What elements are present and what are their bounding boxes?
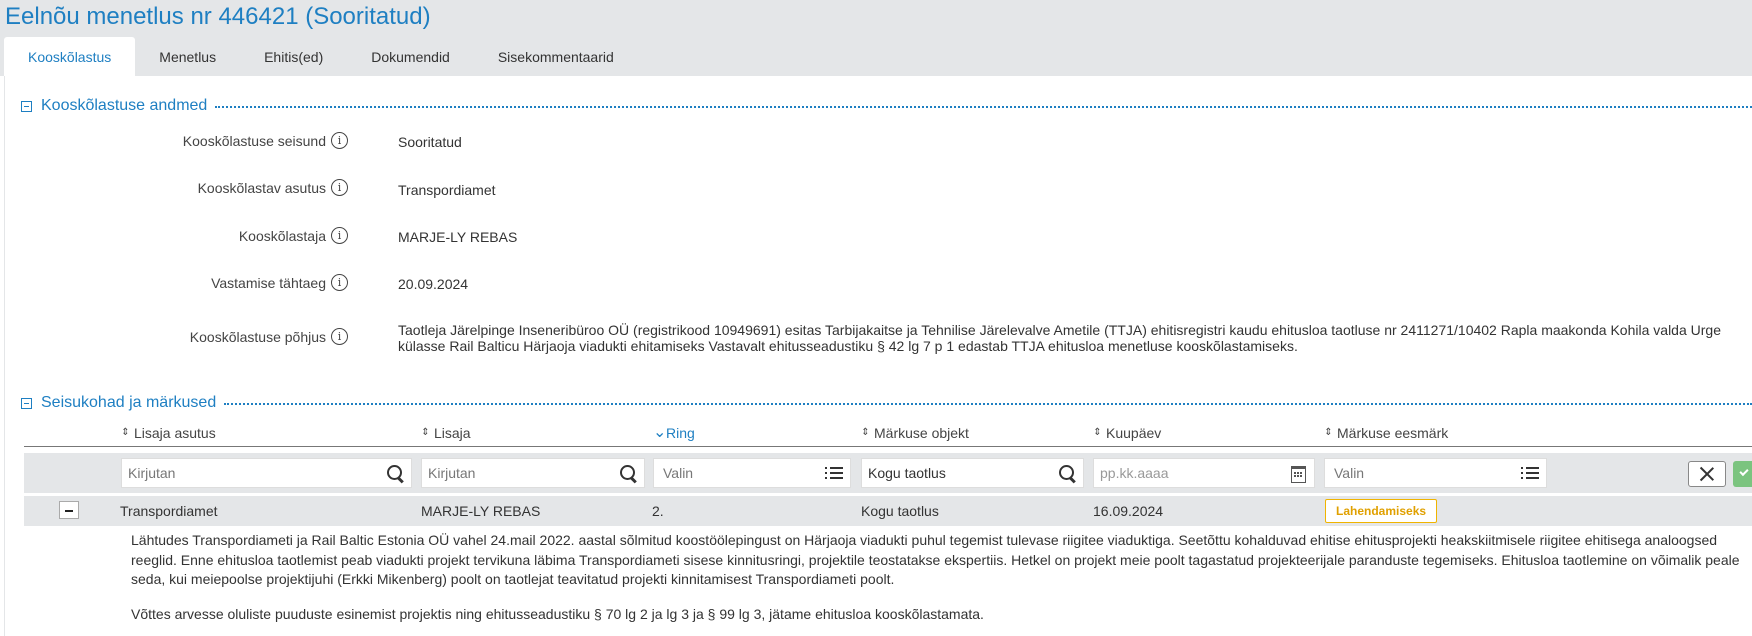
info-icon[interactable]: i [331,132,348,149]
sort-icon: ⇕ [1093,427,1102,438]
field-value-pohjus: Taotleja Järelpinge Inseneribüroo OÜ (re… [398,322,1721,354]
filter-lisaja-asutus[interactable]: Kirjutan [121,458,412,488]
comment-text: Lähtudes Transpordiameti ja Rail Baltic … [131,532,1740,587]
cell-object: Kogu taotlus [861,503,939,519]
tab-kooskolastus[interactable]: Kooskõlastus [4,37,136,76]
info-icon[interactable]: i [331,274,348,291]
filter-ring[interactable]: Valin [653,458,851,488]
field-label-pohjus: Kooskõlastuse põhjus i [190,328,348,345]
calendar-icon[interactable] [1288,463,1308,483]
tab-sisekommentaarid[interactable]: Sisekommentaarid [474,37,638,76]
comment-text-conclusion: Võttes arvesse oluliste puuduste esinemi… [131,606,984,622]
section-title: Seisukohad ja märkused [41,394,217,411]
section-title: Kooskõlastuse andmed [41,97,208,114]
sort-icon: ⇕ [121,427,130,438]
collapse-icon[interactable] [21,397,32,409]
filter-lisaja[interactable]: Kirjutan [421,458,645,488]
info-icon[interactable]: i [331,227,348,244]
header-divider [24,446,1752,447]
cell-author: MARJE-LY REBAS [421,503,541,519]
section-remarks-header[interactable]: Seisukohad ja märkused [21,393,1752,413]
info-icon[interactable]: i [331,328,348,345]
column-header-lisaja-asutus[interactable]: ⇕ Lisaja asutus [121,425,215,441]
column-header-markuse-objekt[interactable]: ⇕ Märkuse objekt [861,425,969,441]
clear-filters-button[interactable] [1688,461,1726,487]
section-details-header[interactable]: Kooskõlastuse andmed [21,96,1752,116]
field-label-asutus: Kooskõlastav asutus i [198,179,348,196]
row-collapse-icon[interactable] [59,501,79,519]
field-value-tahtaeg: 20.09.2024 [398,276,469,292]
check-icon [1739,466,1749,477]
field-label-tahtaeg: Vastamise tähtaeg i [211,274,348,291]
tab-dokumendid[interactable]: Dokumendid [347,37,474,76]
sort-icon: ⇕ [861,427,870,438]
filter-markuse-objekt[interactable]: Kogu taotlus [861,458,1084,488]
apply-filters-button[interactable] [1733,461,1752,487]
info-icon[interactable]: i [331,179,348,196]
field-label-kooskolastaja: Kooskõlastaja i [239,227,348,244]
section-divider [215,106,1752,108]
sort-icon: ⇕ [421,427,430,438]
filter-kuupaev[interactable]: pp.kk.aaaa [1093,458,1315,488]
page-title: Eelnõu menetlus nr 446421 (Sooritatud) [5,3,431,30]
sort-icon: ⇕ [1324,427,1333,438]
field-value-asutus: Transpordiamet [398,182,496,198]
search-icon[interactable] [385,463,405,483]
cell-round: 2. [652,503,664,519]
filter-markuse-eesmark[interactable]: Valin [1324,458,1547,488]
search-icon[interactable] [1057,463,1077,483]
close-icon [1699,466,1715,482]
cell-date: 16.09.2024 [1093,503,1164,519]
sort-desc-icon: ⌄ [653,424,667,441]
status-badge: Lahendamiseks [1325,499,1438,523]
tab-bar: Kooskõlastus Menetlus Ehitis(ed) Dokumen… [4,37,638,76]
field-value-kooskolastaja: MARJE-LY REBAS [398,229,518,245]
field-value-seisund: Sooritatud [398,134,462,150]
column-header-ring[interactable]: ⌄ Ring [653,424,695,442]
search-icon[interactable] [618,463,638,483]
cell-agency: Transpordiamet [120,503,218,519]
field-label-seisund: Kooskõlastuse seisund i [183,132,348,149]
collapse-icon[interactable] [21,100,32,112]
column-header-lisaja[interactable]: ⇕ Lisaja [421,425,470,441]
column-header-kuupaev[interactable]: ⇕ Kuupäev [1093,425,1161,441]
list-icon[interactable] [824,463,844,483]
list-icon[interactable] [1520,463,1540,483]
tab-ehitised[interactable]: Ehitis(ed) [240,37,347,76]
tab-menetlus[interactable]: Menetlus [135,37,240,76]
section-divider [224,403,1752,405]
header-bar: Eelnõu menetlus nr 446421 (Sooritatud) K… [0,0,1752,76]
column-header-markuse-eesmark[interactable]: ⇕ Märkuse eesmärk [1324,425,1448,441]
